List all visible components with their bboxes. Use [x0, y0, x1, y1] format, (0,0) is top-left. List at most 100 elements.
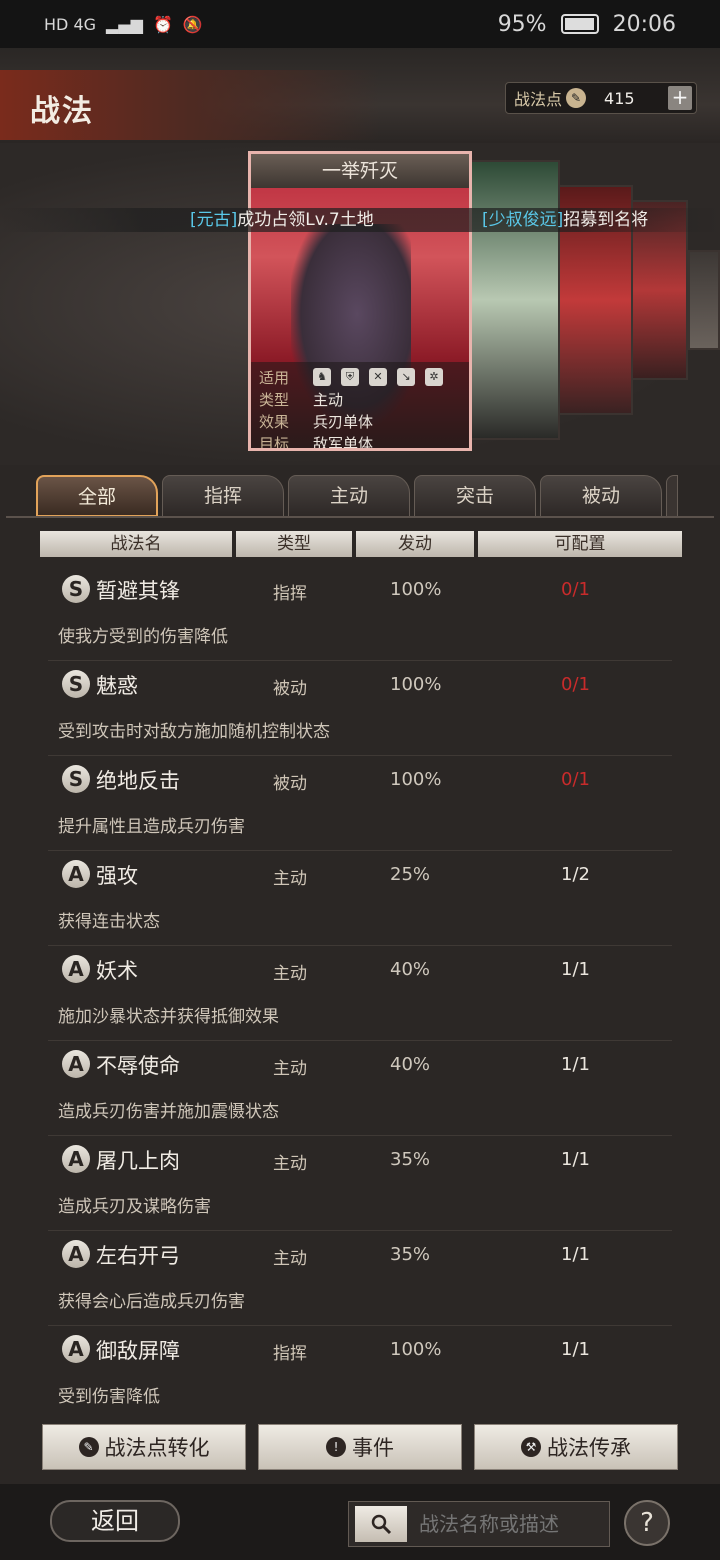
alert-icon: !	[326, 1437, 346, 1457]
tab-command[interactable]: 指挥	[162, 475, 284, 517]
column-rate[interactable]: 发动	[356, 531, 474, 557]
alarm-icon: ⏰	[152, 14, 173, 34]
column-headers: 战法名 类型 发动 可配置	[40, 531, 682, 557]
column-type[interactable]: 类型	[236, 531, 352, 557]
list-item[interactable]: A 屠几上肉 主动 35% 1/1 造成兵刃及谋略伤害	[48, 1136, 672, 1231]
tactic-config: 0/1	[561, 769, 590, 790]
hammer-icon: ⚒	[521, 1437, 541, 1457]
column-name[interactable]: 战法名	[40, 531, 232, 557]
events-button[interactable]: ! 事件	[258, 1424, 462, 1470]
convert-points-button[interactable]: ✎ 战法点转化	[42, 1424, 246, 1470]
tactic-desc: 获得会心后造成兵刃伤害	[58, 1292, 245, 1312]
grade-badge: A	[62, 1335, 90, 1363]
tactic-desc: 受到攻击时对敌方施加随机控制状态	[58, 722, 330, 742]
tactic-config: 1/1	[561, 1339, 590, 1360]
add-points-button[interactable]: +	[668, 86, 692, 110]
effect-label: 效果	[259, 412, 290, 431]
target-value: 敌军单体	[313, 434, 374, 451]
clock: 20:06	[612, 11, 676, 37]
action-bar: ✎ 战法点转化 ! 事件 ⚒ 战法传承	[42, 1424, 682, 1470]
list-item[interactable]: A 强攻 主动 25% 1/2 获得连击状态	[48, 851, 672, 946]
list-item[interactable]: S 绝地反击 被动 100% 0/1 提升属性且造成兵刃伤害	[48, 756, 672, 851]
type-label: 类型	[259, 390, 290, 409]
tactic-type: 主动	[273, 964, 307, 984]
tactic-list[interactable]: S 暂避其锋 指挥 100% 0/1 使我方受到的伤害降低 S 魅惑 被动 10…	[0, 566, 720, 1411]
tactic-rate: 35%	[390, 1244, 431, 1265]
status-right: 95% 20:06	[498, 12, 676, 37]
tactic-config: 1/1	[561, 1244, 590, 1265]
type-value: 主动	[313, 390, 344, 409]
list-item[interactable]: S 魅惑 被动 100% 0/1 受到攻击时对敌方施加随机控制状态	[48, 661, 672, 756]
points-label: 战法点	[514, 90, 563, 109]
grade-badge: S	[62, 765, 90, 793]
tactic-name: 暂避其锋	[96, 579, 180, 603]
tab-all[interactable]: 全部	[36, 475, 158, 517]
tab-passive[interactable]: 被动	[540, 475, 662, 517]
grade-badge: A	[62, 860, 90, 888]
inherit-label: 战法传承	[547, 1436, 631, 1460]
shield-icon: ⛨	[341, 368, 359, 386]
tactic-config: 1/2	[561, 864, 590, 885]
tactic-type: 被动	[273, 774, 307, 794]
battery-icon	[560, 14, 599, 34]
tactic-desc: 造成兵刃伤害并施加震慑状态	[58, 1102, 279, 1122]
help-button[interactable]: ?	[624, 1500, 670, 1546]
page-title: 战法	[30, 94, 94, 129]
tactic-name: 左右开弓	[96, 1244, 180, 1268]
search-icon	[371, 1514, 392, 1535]
tactic-type: 主动	[273, 869, 307, 889]
back-button[interactable]: 返回	[50, 1500, 180, 1542]
tactic-points-box: 战法点 ✎ 415 +	[505, 82, 697, 114]
tab-more[interactable]	[666, 475, 678, 517]
list-item[interactable]: A 妖术 主动 40% 1/1 施加沙暴状态并获得抵御效果	[48, 946, 672, 1041]
tactic-name: 强攻	[96, 864, 138, 888]
tactic-type: 被动	[273, 679, 307, 699]
tactic-card-back[interactable]	[468, 160, 560, 440]
tab-active[interactable]: 主动	[288, 475, 410, 517]
mute-icon: 🔕	[182, 14, 203, 34]
list-item[interactable]: S 暂避其锋 指挥 100% 0/1 使我方受到的伤害降低	[48, 566, 672, 661]
tab-assault[interactable]: 突击	[414, 475, 536, 517]
tactic-rate: 100%	[390, 579, 442, 600]
tactic-name: 绝地反击	[96, 769, 180, 793]
tactic-name: 魅惑	[96, 674, 138, 698]
tactic-rate: 40%	[390, 1054, 431, 1075]
spear-icon: ↘	[397, 368, 415, 386]
tactic-type: 主动	[273, 1059, 307, 1079]
search-box	[348, 1501, 610, 1547]
card-info-panel: 适用 ♞ ⛨ ✕ ↘ ✲ 类型 主动 效果 兵刃单体 目标 敌军单体	[251, 362, 469, 451]
search-button[interactable]	[355, 1506, 407, 1542]
list-item[interactable]: A 左右开弓 主动 35% 1/1 获得会心后造成兵刃伤害	[48, 1231, 672, 1326]
search-input[interactable]	[419, 1512, 609, 1536]
tactic-type: 指挥	[273, 1344, 307, 1364]
ticker-player-tag: [元古]	[190, 210, 238, 230]
tactic-config: 0/1	[561, 579, 590, 600]
cavalry-icon: ♞	[313, 368, 331, 386]
selected-tactic-card[interactable]: 一举歼灭 适用 ♞ ⛨ ✕ ↘ ✲ 类型 主动 效果 兵刃单体 目标 敌军单体	[248, 151, 472, 451]
tactic-name: 御敌屏障	[96, 1339, 180, 1363]
tactic-desc: 提升属性且造成兵刃伤害	[58, 817, 245, 837]
grade-badge: A	[62, 1050, 90, 1078]
column-config[interactable]: 可配置	[478, 531, 682, 557]
grade-badge: S	[62, 575, 90, 603]
ticker-player-tag: [少叔俊远]	[482, 210, 564, 230]
tactic-rate: 100%	[390, 674, 442, 695]
ticker-message: [少叔俊远]招募到名将	[482, 208, 648, 232]
target-label: 目标	[259, 434, 290, 451]
convert-label: 战法点转化	[104, 1436, 210, 1460]
effect-value: 兵刃单体	[313, 412, 374, 431]
tactic-name: 不辱使命	[96, 1054, 180, 1078]
card-title: 一举歼灭	[251, 154, 469, 188]
tactic-desc: 受到伤害降低	[58, 1387, 160, 1407]
tactic-config: 1/1	[561, 1054, 590, 1075]
inherit-button[interactable]: ⚒ 战法传承	[474, 1424, 678, 1470]
grade-badge: A	[62, 1240, 90, 1268]
tactic-card-back[interactable]	[688, 250, 720, 350]
tactic-name: 妖术	[96, 959, 138, 983]
ticker-text: 招募到名将	[563, 210, 649, 230]
grade-badge: A	[62, 955, 90, 983]
tab-divider	[6, 516, 714, 518]
ticker-message: [元古]成功占领Lv.7土地	[190, 208, 374, 232]
list-item[interactable]: A 御敌屏障 指挥 100% 1/1 受到伤害降低	[48, 1326, 672, 1411]
list-item[interactable]: A 不辱使命 主动 40% 1/1 造成兵刃伤害并施加震慑状态	[48, 1041, 672, 1136]
